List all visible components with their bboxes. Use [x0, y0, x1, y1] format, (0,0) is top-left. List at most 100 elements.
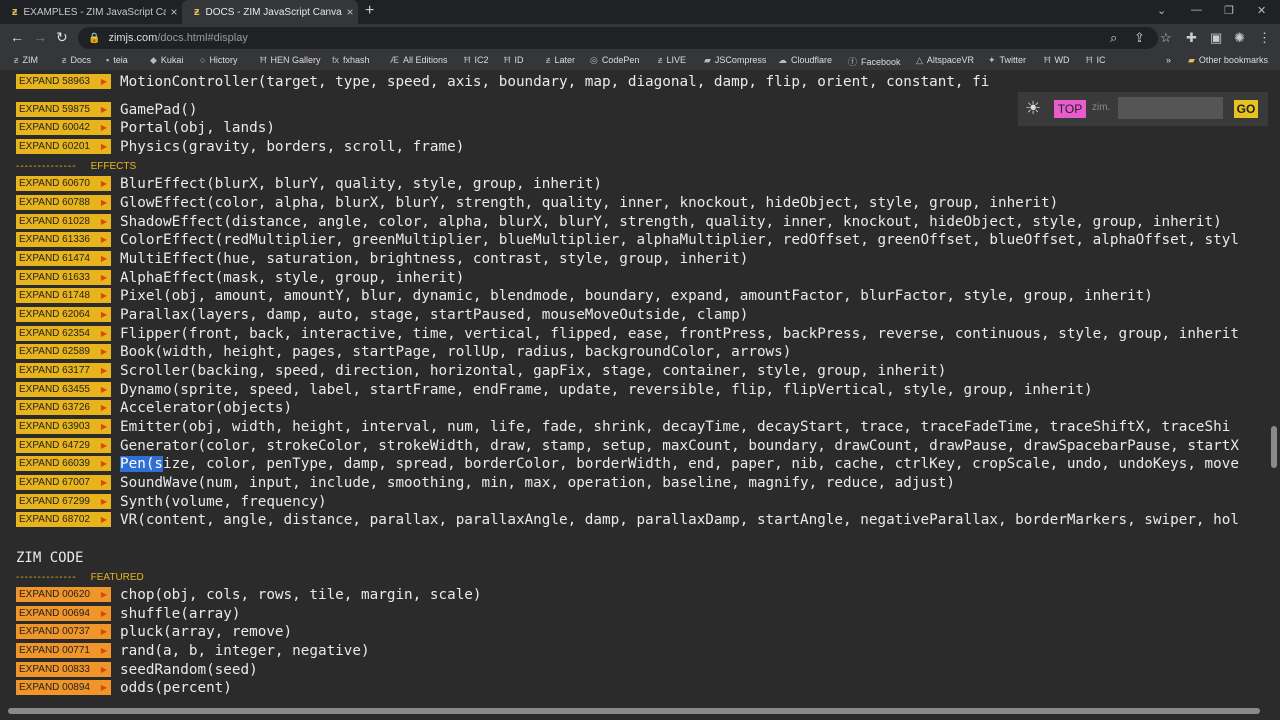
bookmark-teia[interactable]: ▪ teia: [106, 55, 128, 65]
function-signature[interactable]: Physics(gravity, borders, scroll, frame): [120, 138, 464, 156]
chevron-down-icon[interactable]: ⌄: [1157, 4, 1166, 17]
function-signature[interactable]: ColorEffect(redMultiplier, greenMultipli…: [120, 231, 1239, 249]
share-icon[interactable]: ⇪: [1134, 30, 1145, 46]
profile-icon[interactable]: ✺: [1234, 30, 1245, 46]
expand-button[interactable]: EXPAND 62064 ▶: [16, 307, 111, 322]
expand-button[interactable]: EXPAND 63903 ▶: [16, 419, 111, 434]
expand-button[interactable]: EXPAND 58963 ▶: [16, 74, 111, 89]
expand-button[interactable]: EXPAND 63726 ▶: [16, 400, 111, 415]
function-signature[interactable]: Portal(obj, lands): [120, 119, 275, 137]
minimize-button[interactable]: —: [1191, 4, 1202, 16]
expand-button[interactable]: EXPAND 60788 ▶: [16, 195, 111, 210]
bookmark-live[interactable]: ƶ LIVE: [658, 55, 686, 65]
function-signature[interactable]: GlowEffect(color, alpha, blurX, blurY, s…: [120, 194, 1058, 212]
function-signature[interactable]: Parallax(layers, damp, auto, stage, star…: [120, 306, 748, 324]
bookmark-altspacevr[interactable]: △ AltspaceVR: [916, 55, 974, 66]
bookmark-jscompress[interactable]: ▰ JSCompress: [704, 55, 766, 66]
tab-examples[interactable]: ƶ EXAMPLES - ZIM JavaScript Canva ×: [0, 0, 182, 24]
bookmark-hictory[interactable]: ○ Hictory: [200, 55, 237, 65]
bookmark-all-editions[interactable]: Æ All Editions: [390, 55, 448, 65]
bookmark-fxhash[interactable]: fx fxhash: [332, 55, 370, 65]
star-icon[interactable]: ☆: [1160, 30, 1172, 46]
bookmark-codepen[interactable]: ◎ CodePen: [590, 55, 639, 66]
bookmark-other[interactable]: ▰ Other bookmarks: [1188, 55, 1268, 66]
expand-button[interactable]: EXPAND 61633 ▶: [16, 270, 111, 285]
function-signature[interactable]: Synth(volume, frequency): [120, 493, 327, 511]
function-signature[interactable]: GamePad(): [120, 101, 197, 119]
chevron-right-icon[interactable]: »: [1166, 55, 1171, 65]
expand-button[interactable]: EXPAND 00694 ▶: [16, 606, 111, 621]
bookmark-hen-gallery[interactable]: Ħ HEN Gallery: [260, 55, 321, 65]
bookmark-ic[interactable]: Ħ IC: [1086, 55, 1106, 65]
function-signature[interactable]: AlphaEffect(mask, style, group, inherit): [120, 269, 464, 287]
expand-button[interactable]: EXPAND 61336 ▶: [16, 232, 111, 247]
function-signature[interactable]: Pen(size, color, penType, damp, spread, …: [120, 455, 1239, 473]
expand-button[interactable]: EXPAND 61474 ▶: [16, 251, 111, 266]
bookmark-ic2[interactable]: Ħ IC2: [464, 55, 489, 65]
go-button[interactable]: GO: [1234, 100, 1258, 118]
expand-button[interactable]: EXPAND 67299 ▶: [16, 494, 111, 509]
sidebar-icon[interactable]: ▣: [1210, 30, 1222, 46]
close-window-button[interactable]: ✕: [1257, 4, 1266, 17]
maximize-button[interactable]: ❐: [1224, 4, 1234, 17]
zoom-icon[interactable]: ⌕: [1110, 30, 1117, 46]
expand-button[interactable]: EXPAND 00833 ▶: [16, 662, 111, 677]
bookmark-facebook[interactable]: ⓕ Facebook: [848, 55, 901, 68]
expand-button[interactable]: EXPAND 60042 ▶: [16, 120, 111, 135]
expand-button[interactable]: EXPAND 61748 ▶: [16, 288, 111, 303]
function-signature[interactable]: Dynamo(sprite, speed, label, startFrame,…: [120, 381, 1093, 399]
close-icon[interactable]: ×: [166, 5, 182, 19]
expand-button[interactable]: EXPAND 61028 ▶: [16, 214, 111, 229]
reload-icon[interactable]: ↻: [56, 29, 68, 46]
bookmark-id[interactable]: Ħ ID: [504, 55, 524, 65]
expand-button[interactable]: EXPAND 66039 ▶: [16, 456, 111, 471]
bookmark-wd[interactable]: Ħ WD: [1044, 55, 1070, 65]
expand-button[interactable]: EXPAND 00894 ▶: [16, 680, 111, 695]
close-icon[interactable]: ×: [342, 5, 358, 19]
expand-button[interactable]: EXPAND 00620 ▶: [16, 587, 111, 602]
new-tab-button[interactable]: +: [365, 2, 374, 20]
bookmark-cloudflare[interactable]: ☁ Cloudflare: [778, 55, 832, 66]
expand-button[interactable]: EXPAND 68702 ▶: [16, 512, 111, 527]
function-signature[interactable]: Accelerator(objects): [120, 399, 292, 417]
function-signature[interactable]: Flipper(front, back, interactive, time, …: [120, 325, 1239, 343]
function-signature[interactable]: odds(percent): [120, 679, 232, 697]
function-signature[interactable]: BlurEffect(blurX, blurY, quality, style,…: [120, 175, 602, 193]
function-signature[interactable]: MotionController(target, type, speed, ax…: [120, 73, 989, 91]
function-signature[interactable]: shuffle(array): [120, 605, 241, 623]
expand-button[interactable]: EXPAND 63177 ▶: [16, 363, 111, 378]
bookmark-zim[interactable]: ƶ ZIM: [14, 55, 38, 65]
expand-button[interactable]: EXPAND 00771 ▶: [16, 643, 111, 658]
horizontal-scrollbar[interactable]: [0, 702, 1268, 720]
bookmark-docs[interactable]: ƶ Docs: [62, 55, 91, 65]
back-icon[interactable]: ←: [10, 29, 24, 45]
vertical-scrollbar[interactable]: [1268, 70, 1280, 702]
expand-button[interactable]: EXPAND 64729 ▶: [16, 438, 111, 453]
expand-button[interactable]: EXPAND 62354 ▶: [16, 326, 111, 341]
tab-docs[interactable]: ƶ DOCS - ZIM JavaScript Canvas Fr ×: [182, 0, 358, 24]
top-button[interactable]: TOP: [1054, 100, 1086, 118]
scrollbar-thumb[interactable]: [1271, 426, 1277, 468]
expand-button[interactable]: EXPAND 63455 ▶: [16, 382, 111, 397]
bookmark-twitter[interactable]: ✦ Twitter: [988, 55, 1026, 66]
function-signature[interactable]: MultiEffect(hue, saturation, brightness,…: [120, 250, 748, 268]
menu-icon[interactable]: ⋮: [1258, 30, 1271, 46]
expand-button[interactable]: EXPAND 59875 ▶: [16, 102, 111, 117]
function-signature[interactable]: pluck(array, remove): [120, 623, 292, 641]
function-signature[interactable]: seedRandom(seed): [120, 661, 258, 679]
function-signature[interactable]: Book(width, height, pages, startPage, ro…: [120, 343, 791, 361]
scrollbar-thumb[interactable]: [8, 708, 1260, 714]
search-input[interactable]: [1118, 97, 1223, 119]
expand-button[interactable]: EXPAND 00737 ▶: [16, 624, 111, 639]
bookmark-later[interactable]: ƶ Later: [546, 55, 575, 65]
function-signature[interactable]: SoundWave(num, input, include, smoothing…: [120, 474, 955, 492]
extensions-icon[interactable]: ✚: [1186, 30, 1197, 46]
bookmark-kukai[interactable]: ◆ Kukai: [150, 55, 183, 66]
forward-icon[interactable]: →: [33, 29, 47, 45]
expand-button[interactable]: EXPAND 67007 ▶: [16, 475, 111, 490]
expand-button[interactable]: EXPAND 60201 ▶: [16, 139, 111, 154]
function-signature[interactable]: ShadowEffect(distance, angle, color, alp…: [120, 213, 1222, 231]
function-signature[interactable]: VR(content, angle, distance, parallax, p…: [120, 511, 1239, 529]
expand-button[interactable]: EXPAND 60670 ▶: [16, 176, 111, 191]
function-signature[interactable]: Emitter(obj, width, height, interval, nu…: [120, 418, 1230, 436]
